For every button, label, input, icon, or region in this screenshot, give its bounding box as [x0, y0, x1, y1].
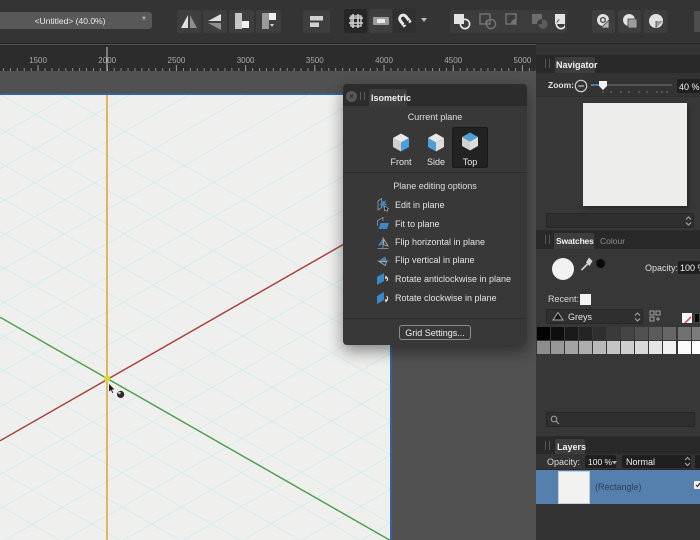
svg-text:3000: 3000 — [237, 56, 255, 65]
svg-text:2500: 2500 — [168, 56, 186, 65]
svg-text:4500: 4500 — [444, 56, 462, 65]
svg-text:1500: 1500 — [29, 56, 47, 65]
svg-text:4000: 4000 — [375, 56, 393, 65]
svg-text:3500: 3500 — [306, 56, 324, 65]
svg-text:5000: 5000 — [514, 56, 532, 65]
